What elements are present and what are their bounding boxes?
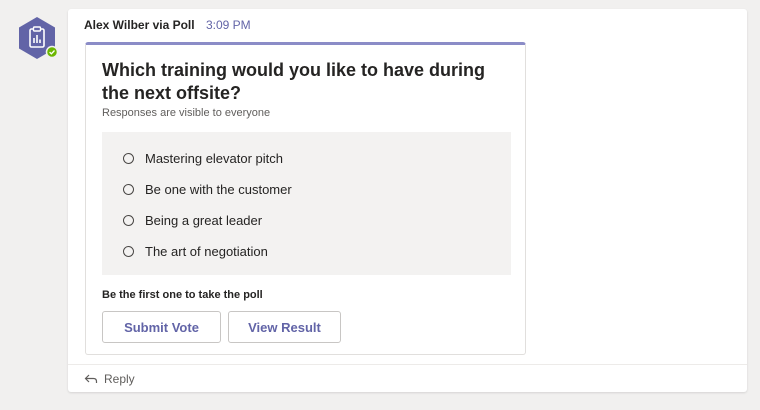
- poll-option[interactable]: Mastering elevator pitch: [123, 148, 283, 168]
- message-timestamp[interactable]: 3:09 PM: [206, 18, 251, 32]
- radio-button[interactable]: [123, 245, 134, 257]
- submit-vote-button[interactable]: Submit Vote: [102, 311, 221, 343]
- poll-prompt: Be the first one to take the poll: [102, 289, 263, 301]
- poll-visibility-note: Responses are visible to everyone: [102, 107, 271, 119]
- radio-button[interactable]: [123, 152, 134, 164]
- poll-option-label: Mastering elevator pitch: [145, 150, 284, 166]
- message-header: Alex Wilber via Poll 3:09 PM: [84, 17, 251, 33]
- sender-name: Alex Wilber via Poll: [84, 18, 195, 32]
- view-result-button[interactable]: View Result: [228, 311, 341, 343]
- poll-option-label: The art of negotiation: [145, 243, 268, 259]
- reply-button[interactable]: Reply: [68, 364, 747, 392]
- reply-label: Reply: [104, 371, 135, 386]
- poll-card: Which training would you like to have du…: [85, 42, 526, 355]
- reply-arrow-icon: [84, 374, 98, 384]
- poll-option-label: Being a great leader: [145, 212, 263, 228]
- poll-option[interactable]: Being a great leader: [123, 210, 262, 230]
- poll-option-label: Be one with the customer: [145, 181, 292, 197]
- poll-clipboard-icon: [19, 17, 59, 59]
- status-badge: [45, 45, 59, 59]
- radio-button[interactable]: [123, 183, 134, 195]
- poll-option[interactable]: The art of negotiation: [123, 241, 268, 261]
- poll-app-avatar[interactable]: [15, 16, 59, 60]
- poll-question: Which training would you like to have du…: [102, 60, 486, 103]
- radio-button[interactable]: [123, 214, 134, 226]
- poll-options: Mastering elevator pitch Be one with the…: [102, 132, 511, 275]
- poll-option[interactable]: Be one with the customer: [123, 179, 292, 199]
- chat-message: Alex Wilber via Poll 3:09 PM Which train…: [68, 9, 747, 392]
